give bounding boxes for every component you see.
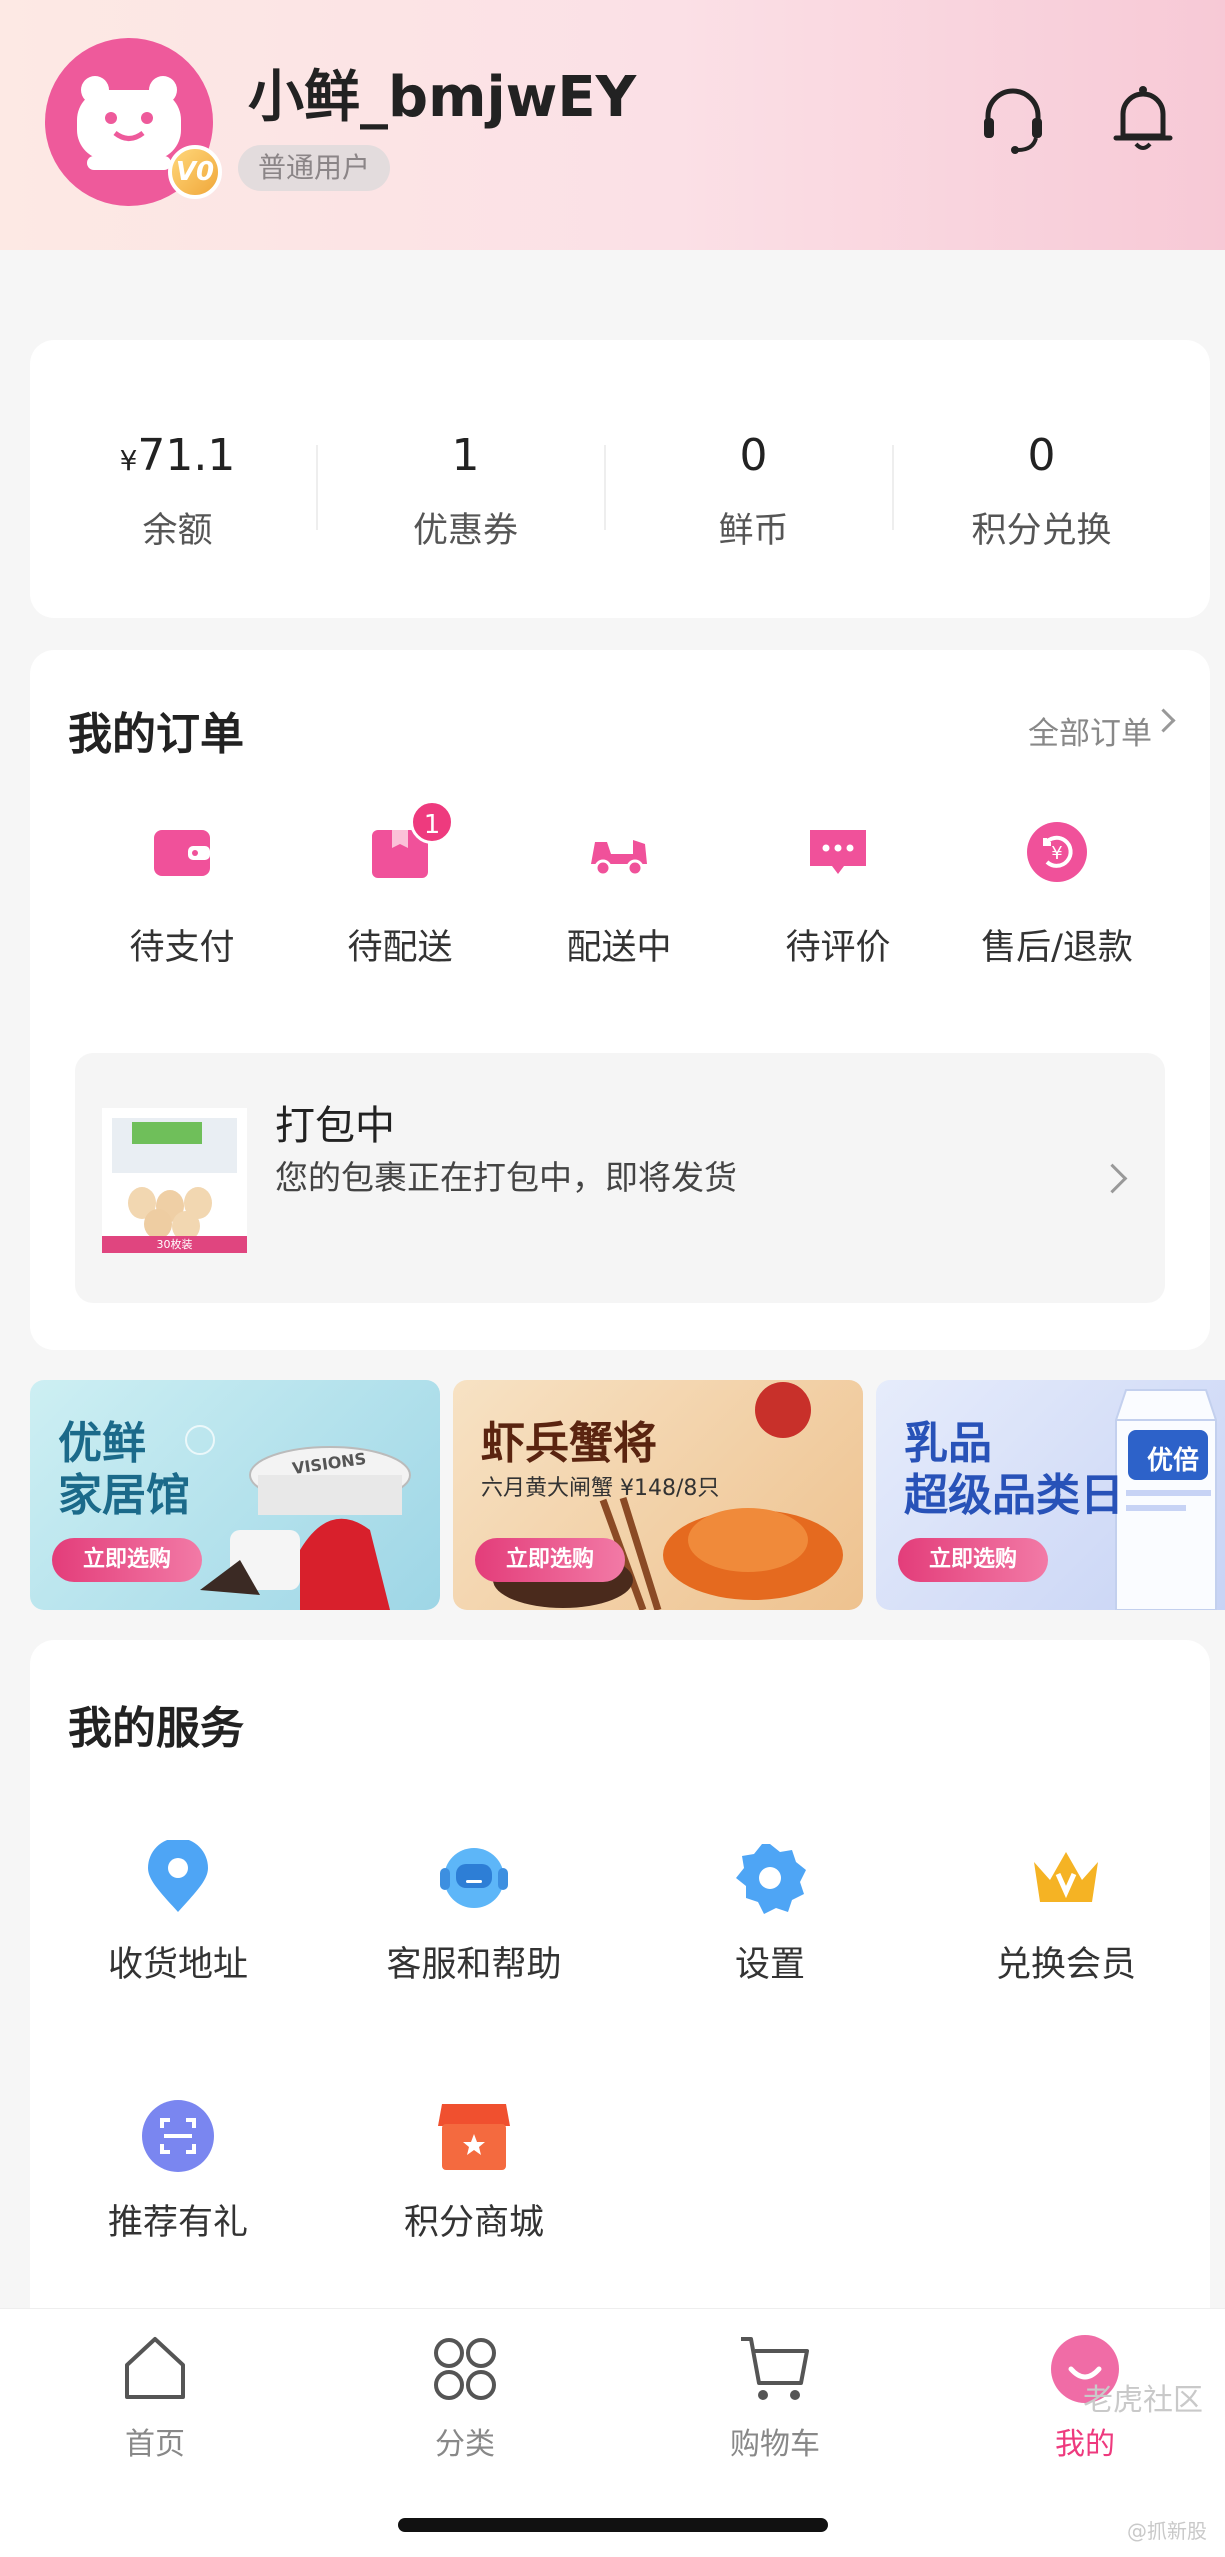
service-redeem-membership[interactable]: 兑换会员 [936, 1840, 1196, 1987]
packing-status-card[interactable]: 30枚装 打包中 您的包裹正在打包中，即将发货 [75, 1053, 1165, 1303]
my-orders-card: 我的订单 全部订单 待支付 1 待配送 配送中 待评价 ¥ 售后/退款 30枚装… [30, 650, 1210, 1350]
service-label: 客服和帮助 [386, 1945, 562, 1985]
delivery-scooter-icon [587, 820, 651, 884]
chevron-right-icon [1097, 1163, 1128, 1194]
crown-icon [1028, 1840, 1104, 1916]
order-tab-label: 待评价 [785, 928, 891, 968]
store-icon [436, 2098, 512, 2174]
stat-label: 鲜币 [718, 511, 789, 551]
stat-balance[interactable]: ¥71.1 余额 [30, 340, 325, 618]
comment-icon [806, 820, 870, 884]
product-thumbnail: 30枚装 [102, 1108, 247, 1253]
account-stats-card: ¥71.1 余额 1 优惠券 0 鲜币 0 积分兑换 [30, 340, 1210, 618]
tab-cart[interactable]: 购物车 [675, 2331, 875, 2463]
stat-points-exchange[interactable]: 0 积分兑换 [894, 340, 1189, 618]
stat-value: 1 [451, 430, 480, 481]
category-icon [427, 2331, 503, 2407]
svg-text:¥: ¥ [1051, 843, 1062, 864]
order-tab-label: 待配送 [347, 928, 453, 968]
stat-label: 积分兑换 [971, 511, 1112, 551]
banner-subtitle: 六月黄大闸蟹 ¥148/8只 [481, 1476, 720, 1501]
order-tab-after-sales[interactable]: ¥ 售后/退款 [957, 820, 1157, 970]
banner-title: 虾兵蟹将 [481, 1418, 657, 1469]
stat-value: 71.1 [137, 430, 236, 481]
stat-label: 优惠券 [412, 511, 518, 551]
packing-title: 打包中 [275, 1103, 395, 1149]
service-label: 收货地址 [107, 1945, 248, 1985]
scan-icon [140, 2098, 216, 2174]
level-badge: V0 [168, 145, 222, 199]
home-icon [117, 2331, 193, 2407]
stat-coupons[interactable]: 1 优惠券 [318, 340, 613, 618]
cart-icon [737, 2331, 813, 2407]
banner-home-goods[interactable]: 优鲜 家居馆 VISIONS 立即选购 [30, 1380, 440, 1610]
banner-dairy[interactable]: 优倍 乳品 超级品类日 立即选购 [876, 1380, 1225, 1610]
watermark: 老虎社区 [1083, 2383, 1203, 2418]
banner-crab[interactable]: 虾兵蟹将 六月黄大闸蟹 ¥148/8只 立即选购 [453, 1380, 863, 1610]
customer-service-icon [436, 1840, 512, 1916]
username: 小鲜_bmjwEY [248, 65, 637, 130]
watermark-sub: @抓新股 [1127, 2519, 1207, 2543]
chevron-right-icon [1151, 708, 1176, 733]
shop-now-button[interactable]: 立即选购 [475, 1538, 625, 1582]
stat-label: 余额 [142, 511, 213, 551]
package-icon: 1 [368, 800, 454, 884]
orders-title: 我的订单 [68, 709, 244, 760]
all-orders-link[interactable]: 全部订单 [1028, 708, 1152, 753]
order-tab-pending-payment[interactable]: 待支付 [82, 820, 282, 970]
stat-value: 0 [1027, 430, 1056, 481]
shop-now-button[interactable]: 立即选购 [52, 1538, 202, 1582]
service-settings[interactable]: 设置 [640, 1840, 900, 1987]
service-label: 兑换会员 [995, 1945, 1136, 1985]
order-tab-pending-review[interactable]: 待评价 [738, 820, 938, 970]
user-type-badge: 普通用户 [238, 145, 391, 191]
product-tag: 30枚装 [156, 1238, 193, 1251]
services-title: 我的服务 [68, 1703, 244, 1754]
shop-now-button[interactable]: 立即选购 [898, 1538, 1048, 1582]
my-services-card: 我的服务 收货地址 客服和帮助 设置 兑换会员 推荐有礼 积分商城 [30, 1640, 1210, 2340]
service-points-mall[interactable]: 积分商城 [344, 2098, 604, 2245]
currency-symbol: ¥ [119, 444, 138, 477]
service-label: 推荐有礼 [107, 2203, 248, 2243]
banner-title: 乳品 超级品类日 [904, 1418, 1124, 1521]
service-address[interactable]: 收货地址 [48, 1838, 308, 1987]
location-pin-icon [140, 1838, 216, 1916]
stat-value: 0 [739, 430, 768, 481]
service-referral-reward[interactable]: 推荐有礼 [48, 2098, 308, 2245]
service-label: 设置 [734, 1945, 805, 1985]
tab-label: 首页 [125, 2427, 185, 2462]
settings-gear-icon [732, 1840, 808, 1916]
tab-label: 我的 [1055, 2427, 1115, 2462]
order-tab-label: 配送中 [566, 928, 672, 968]
wallet-icon [150, 820, 214, 884]
service-label: 积分商城 [403, 2203, 544, 2243]
profile-header: V0 小鲜_bmjwEY 普通用户 [0, 0, 1225, 250]
stat-fresh-coins[interactable]: 0 鲜币 [606, 340, 901, 618]
order-count-badge: 1 [410, 800, 454, 844]
tab-category[interactable]: 分类 [365, 2331, 565, 2463]
order-tab-label: 待支付 [129, 928, 235, 968]
tab-label: 购物车 [730, 2427, 820, 2462]
service-customer-support[interactable]: 客服和帮助 [344, 1840, 604, 1987]
tab-label: 分类 [435, 2427, 495, 2462]
order-tab-label: 售后/退款 [981, 928, 1133, 968]
bell-icon[interactable] [1108, 78, 1178, 158]
refund-icon: ¥ [1025, 820, 1089, 884]
product-brand-label: 优倍 [1146, 1446, 1199, 1476]
headset-icon[interactable] [978, 78, 1048, 158]
order-tab-pending-delivery[interactable]: 1 待配送 [300, 800, 500, 970]
home-indicator[interactable] [398, 2518, 828, 2532]
packing-description: 您的包裹正在打包中，即将发货 [275, 1158, 737, 1197]
tab-home[interactable]: 首页 [55, 2331, 255, 2463]
order-tab-in-delivery[interactable]: 配送中 [519, 820, 719, 970]
banner-title: 优鲜 家居馆 [58, 1418, 190, 1521]
